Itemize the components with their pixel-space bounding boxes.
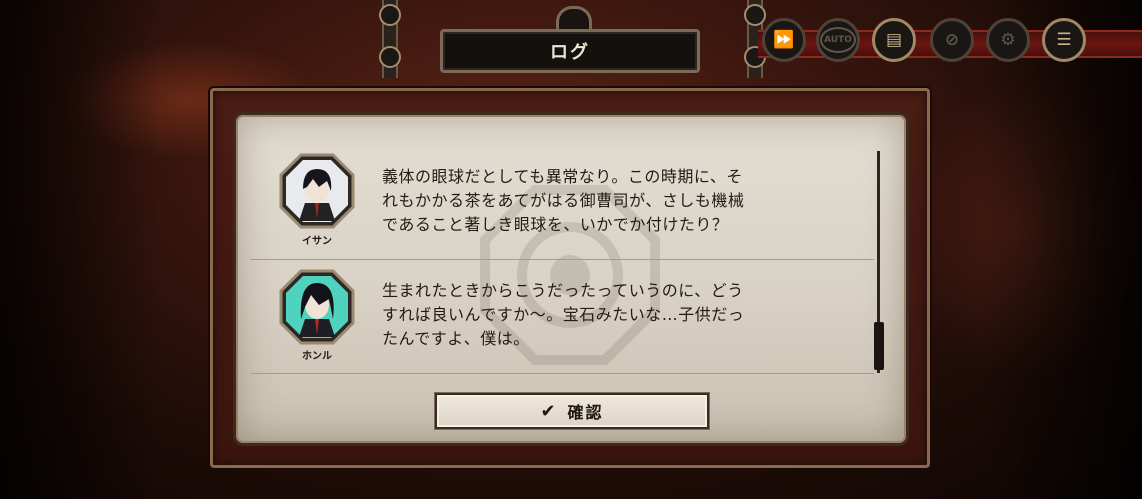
log-panel: イサン 義体の眼球だとしても異常なり。この時期に、そ れもかかる茶をあてがはる御… [233, 112, 909, 446]
fast-forward-icon: ⏩ [773, 30, 795, 50]
avatar [279, 153, 355, 229]
settings-button[interactable]: ⚙ [986, 18, 1030, 62]
hide-ui-icon: ⊘ [944, 30, 960, 50]
avatar [279, 269, 355, 345]
log-entry: ホンル 生まれたときからこうだったっていうのに、どう すれば良いんですか〜。宝石… [251, 261, 874, 374]
speaker-name: イサン [302, 236, 332, 247]
fast-forward-button[interactable]: ⏩ [762, 18, 806, 62]
log-button[interactable]: ▤ [872, 18, 916, 62]
menu-icon: ☰ [1056, 30, 1072, 50]
confirm-button[interactable]: ✔ 確認 [435, 393, 709, 429]
log-icon: ▤ [885, 30, 903, 50]
speaker-name: ホンル [302, 351, 332, 362]
title-ornament [556, 6, 592, 31]
auto-icon: AUTO [820, 27, 856, 53]
check-icon: ✔ [540, 400, 558, 422]
auto-button[interactable]: AUTO [816, 18, 860, 62]
scrollbar-thumb[interactable] [874, 322, 884, 370]
log-entry: イサン 義体の眼球だとしても異常なり。この時期に、そ れもかかる茶をあてがはる御… [251, 143, 874, 260]
gear-icon: ⚙ [1000, 30, 1016, 50]
dialogue-text: 義体の眼球だとしても異常なり。この時期に、そ れもかかる茶をあてがはる御曹司が、… [382, 167, 745, 234]
dialogue-text: 生まれたときからこうだったっていうのに、どう すれば良いんですか〜。宝石みたいな… [382, 281, 745, 348]
menu-button[interactable]: ☰ [1042, 18, 1086, 62]
confirm-label: 確認 [567, 403, 604, 422]
title-rod-left [379, 0, 401, 78]
hide-ui-button[interactable]: ⊘ [930, 18, 974, 62]
log-title: ログ [440, 29, 700, 73]
